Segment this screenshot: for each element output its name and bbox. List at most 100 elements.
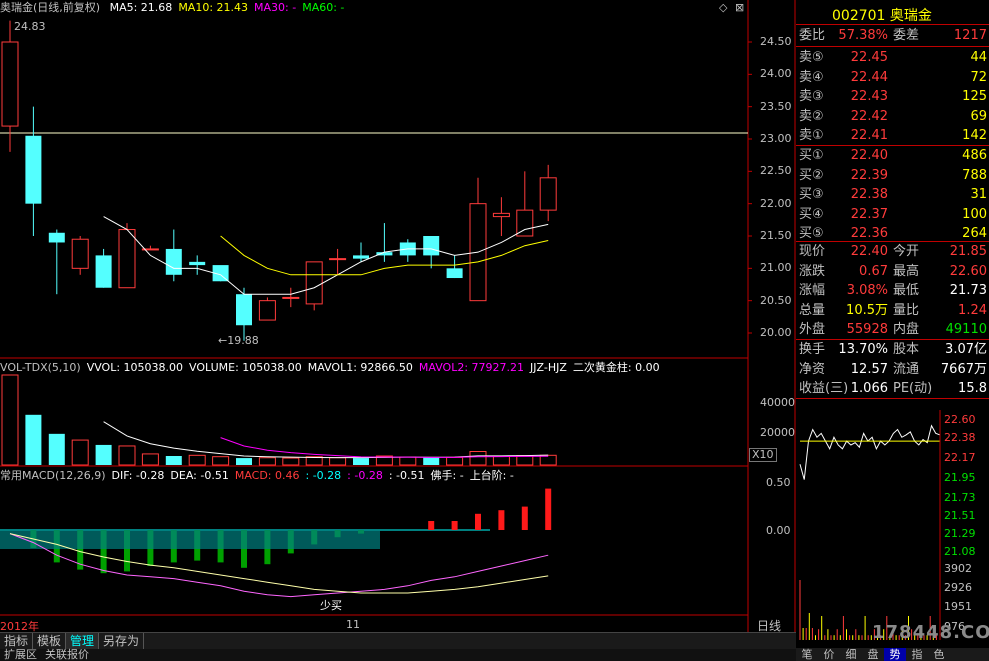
macd-item: : -0.28 (347, 469, 383, 482)
vol-tick: 20000 (760, 426, 795, 439)
macd-tick: 0.50 (766, 476, 791, 489)
quote-tab-0[interactable]: 笔 (796, 648, 818, 661)
candle-body (282, 296, 300, 299)
quote-tab-2[interactable]: 细 (840, 648, 862, 661)
volume-bar (353, 458, 369, 465)
quote-tab-4[interactable]: 势 (884, 648, 906, 661)
stat-row: 现价 22.40 今开 21.85 (799, 244, 987, 259)
macd-item: 常用MACD(12,26,9) (0, 469, 106, 482)
ma-label: MA10: 21.43 (178, 1, 249, 14)
macd-item: : -0.51 (388, 469, 425, 482)
volume-bar (212, 456, 230, 466)
buy-row: 买② 22.39 788 (799, 167, 987, 183)
ma-label: MA5: 21.68 (109, 1, 173, 14)
vol-item: JJZ-HJZ (530, 361, 567, 374)
macd-header: 常用MACD(12,26,9) DIF: -0.28 DEA: -0.51 MACD:… (0, 468, 520, 484)
volume-bar (188, 454, 206, 466)
volume-bar (1, 374, 19, 466)
date-mid: 11 (346, 618, 360, 631)
sell-row: 卖① 22.41 142 (799, 128, 987, 143)
candle-body (71, 238, 89, 269)
candle-body (423, 236, 440, 256)
candle-body (189, 261, 206, 266)
macd-bar (428, 521, 435, 530)
quote-tab-1[interactable]: 价 (818, 648, 840, 661)
buy-row: 买④ 22.37 100 (799, 206, 987, 222)
stat-row: 涨跌 0.67 最高 22.60 (799, 263, 987, 279)
price-chart-header: 奥瑞金(日线,前复权) MA5: 21.68 MA10: 21.43 MA30: -… (0, 0, 356, 16)
bottom-link-1[interactable]: 关联报价 (41, 649, 93, 661)
volume-bar (165, 456, 182, 465)
macd-item: 上台阶: - (469, 469, 514, 482)
tab-3[interactable]: 另存为 (99, 633, 145, 650)
volume-bar (95, 444, 112, 465)
buy-row: 买③ 22.38 31 (799, 187, 987, 202)
stat2-row: 换手 13.70% 股本 3.07亿 (799, 342, 987, 357)
candle-body (95, 255, 112, 288)
volume-bar (236, 458, 252, 465)
macd-item: DIF: -0.28 (111, 469, 165, 482)
quote-panel: 002701 奥瑞金 委比 57.38% 委差 1217 卖⑤ 22.45 44 卖④ 22.4… (796, 0, 989, 661)
volume-bar (118, 445, 136, 466)
stock-code-name: 002701 奥瑞金 (832, 8, 932, 24)
quote-tabs: 笔价细盘势指色 (796, 648, 989, 661)
sell-row: 卖③ 22.43 125 (799, 89, 987, 104)
volume-bar (423, 457, 440, 465)
price-tick: 23.50 (760, 99, 792, 113)
candle-body (48, 232, 65, 243)
vol-item: VOLUME: 105038.00 (189, 361, 302, 374)
macd-item: : -0.28 (305, 469, 342, 482)
sell-row: 卖⑤ 22.45 44 (799, 50, 987, 65)
vol-item: VVOL: 105038.00 (86, 361, 184, 374)
macd-note: 少买 (320, 599, 342, 612)
price-tick: 21.50 (760, 229, 792, 242)
vol-unit: X10 (749, 448, 777, 462)
volume-bar (329, 457, 347, 466)
stat2-row: 收益(三) 1.066 PE(动) 15.8 (799, 381, 987, 396)
candle-body (1, 41, 19, 127)
stat-row: 总量 10.5万 量比 1.24 (799, 302, 987, 318)
candle-body (165, 248, 182, 275)
stat2-row: 净资 12.57 流通 7667万 (799, 361, 987, 377)
ma-label: MA30: - (254, 1, 297, 14)
macd-bar (498, 510, 505, 530)
macd-bar (521, 506, 528, 530)
macd-bar (475, 513, 481, 530)
vol-tick: 40000 (760, 396, 795, 409)
bottom-link-0[interactable]: 扩展区 (0, 649, 41, 661)
candle-body (353, 255, 369, 259)
volume-bar (399, 456, 417, 466)
chart-title: 奥瑞金(日线,前复权) (0, 1, 101, 14)
close-icon[interactable]: ⊠ (735, 1, 744, 14)
quote-tab-3[interactable]: 盘 (862, 648, 884, 661)
buy-row: 买① 22.40 486 (799, 148, 987, 163)
macd-item: DEA: -0.51 (170, 469, 229, 482)
diamond-icon[interactable]: ◇ (719, 1, 727, 14)
stat-row: 涨幅 3.08% 最低 21.73 (799, 283, 987, 298)
volume-bar (492, 455, 510, 466)
price-tick: 21.00 (760, 261, 792, 275)
price-tick: 20.50 (760, 293, 792, 307)
price-tick: 22.00 (760, 196, 792, 210)
candle-body (446, 268, 463, 279)
quote-tab-5[interactable]: 指 (906, 648, 928, 661)
low-annotation: ←19.88 (218, 334, 259, 347)
ma-label: MA60: - (302, 1, 345, 14)
price-tick: 24.00 (760, 67, 792, 81)
bottom-links: 扩展区 关联报价 (0, 649, 796, 661)
macd-tick: 0.00 (766, 524, 791, 537)
candle-body (258, 300, 276, 321)
mavol2-line (220, 437, 549, 458)
price-tick: 23.00 (760, 132, 792, 145)
quote-tab-6[interactable]: 色 (928, 648, 950, 661)
candle-body (236, 294, 252, 326)
candle-body (492, 212, 510, 218)
vol-item: 二次黄金柱: 0.00 (572, 361, 660, 374)
vol-item: VOL-TDX(5,10) (0, 361, 81, 374)
high-annotation: 24.83 (14, 20, 46, 33)
volume-bar (25, 414, 42, 465)
vol-item: MAVOL1: 92866.50 (307, 361, 413, 374)
candle-body (118, 229, 136, 289)
macd-bar (545, 488, 552, 530)
vol-item: MAVOL2: 77927.21 (418, 361, 525, 374)
